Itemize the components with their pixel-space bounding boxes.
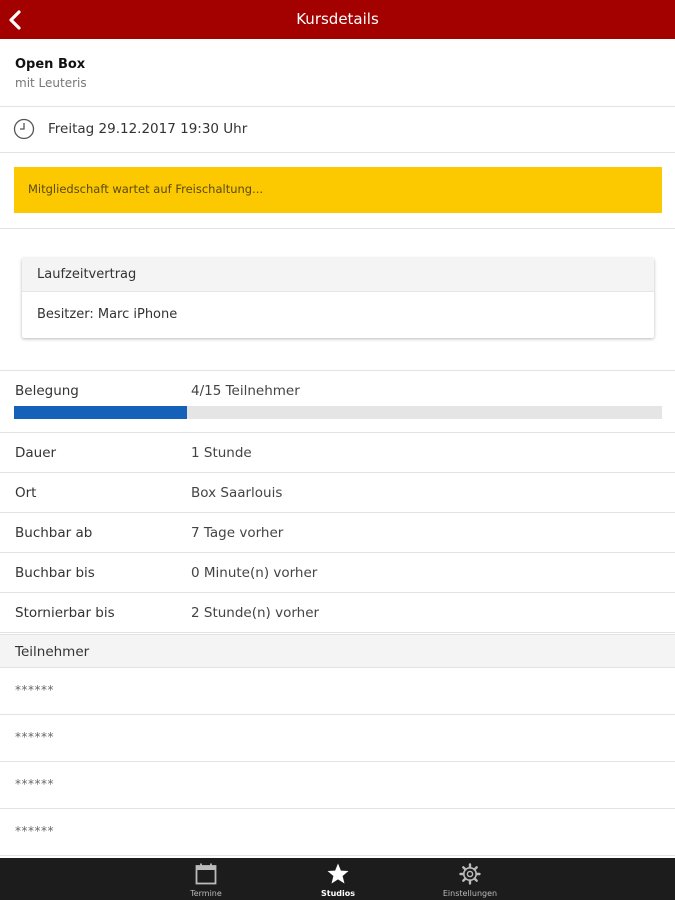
detail-label: Dauer [15,445,57,461]
detail-label: Buchbar bis [15,565,95,581]
course-trainer: mit Leuteris [15,76,87,90]
detail-value: Box Saarlouis [191,485,283,501]
occupancy-label: Belegung [15,383,79,399]
detail-row-cancelable-until: Stornierbar bis 2 Stunde(n) vorher [0,593,675,633]
detail-value: 1 Stunde [191,445,252,461]
detail-value: 0 Minute(n) vorher [191,565,318,581]
star-icon [327,863,349,884]
course-info: Open Box mit Leuteris [0,44,675,107]
tab-label: Studios [320,889,355,898]
occupancy-row: Belegung 4/15 Teilnehmer [0,371,675,433]
participant-name: ****** [15,683,54,697]
detail-row-bookable-until: Buchbar bis 0 Minute(n) vorher [0,553,675,593]
membership-notice-text: Mitgliedschaft wartet auf Freischaltung.… [28,182,264,196]
notice-section: Mitgliedschaft wartet auf Freischaltung.… [0,153,675,229]
occupancy-progress-fill [14,406,187,419]
detail-row-location: Ort Box Saarlouis [0,473,675,513]
participant-name: ****** [15,730,54,744]
participant-item: ****** [0,809,675,856]
occupancy-value: 4/15 Teilnehmer [191,383,300,399]
detail-label: Stornierbar bis [15,605,115,621]
tab-termine[interactable]: Termine [161,858,251,900]
detail-label: Buchbar ab [15,525,93,541]
participant-item: ****** [0,715,675,762]
participant-name: ****** [15,824,54,838]
tab-studios[interactable]: Studios [293,858,383,900]
bottom-tab-bar: Termine Studios Einstellungen [0,858,675,900]
tab-label: Einstellungen [442,889,498,898]
detail-row-bookable-from: Buchbar ab 7 Tage vorher [0,513,675,553]
detail-label: Ort [15,485,37,501]
participant-name: ****** [15,777,54,791]
contract-card[interactable]: Laufzeitvertrag Besitzer: Marc iPhone [22,258,654,338]
tab-label: Termine [190,889,222,898]
app-header: Kursdetails [0,0,675,39]
participant-item: ****** [0,762,675,809]
course-name: Open Box [15,57,86,72]
detail-value: 2 Stunde(n) vorher [191,605,320,621]
participants-title: Teilnehmer [15,644,90,660]
participants-header: Teilnehmer [0,634,675,668]
contract-owner: Besitzer: Marc iPhone [37,307,178,322]
page-title: Kursdetails [296,10,379,28]
calendar-icon [195,863,217,885]
occupancy-progress-bar [14,406,662,419]
detail-value: 7 Tage vorher [191,525,284,541]
clock-icon [13,118,35,140]
contract-card-header: Laufzeitvertrag [22,258,654,292]
course-datetime-text: Freitag 29.12.2017 19:30 Uhr [48,121,248,137]
course-datetime: Freitag 29.12.2017 19:30 Uhr [0,107,675,153]
contract-title: Laufzeitvertrag [37,267,137,282]
membership-notice: Mitgliedschaft wartet auf Freischaltung.… [14,167,662,213]
gear-icon [459,863,481,885]
tab-einstellungen[interactable]: Einstellungen [425,858,515,900]
detail-row-duration: Dauer 1 Stunde [0,433,675,473]
participant-item: ****** [0,668,675,715]
